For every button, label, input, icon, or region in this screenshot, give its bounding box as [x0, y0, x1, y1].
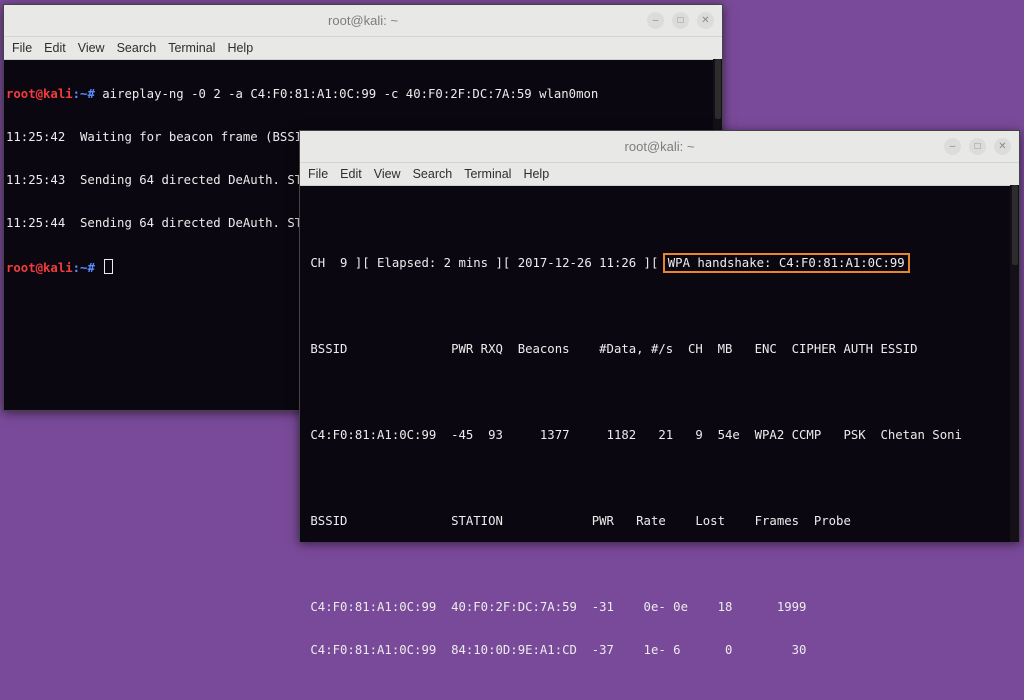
menu-terminal[interactable]: Terminal [458, 163, 517, 185]
menu-file[interactable]: File [6, 37, 38, 59]
close-icon[interactable]: ✕ [994, 138, 1011, 155]
wpa-handshake-highlight: WPA handshake: C4:F0:81:A1:0C:99 [662, 253, 910, 273]
command-text: aireplay-ng -0 2 -a C4:F0:81:A1:0C:99 -c… [102, 87, 599, 101]
station-table-header: BSSID STATION PWR Rate Lost Frames Probe [303, 514, 851, 528]
title-bar[interactable]: root@kali: ~ – □ ✕ [300, 131, 1019, 163]
window-title: root@kali: ~ [328, 13, 398, 28]
scrollbar-thumb[interactable] [715, 59, 721, 119]
maximize-icon[interactable]: □ [969, 138, 986, 155]
menu-search[interactable]: Search [407, 163, 459, 185]
menu-view[interactable]: View [368, 163, 407, 185]
minimize-icon[interactable]: – [647, 12, 664, 29]
scrollbar[interactable] [1010, 185, 1019, 542]
airodump-output[interactable]: CH 9 ][ Elapsed: 2 mins ][ 2017-12-26 11… [300, 185, 1019, 657]
scrollbar-thumb[interactable] [1012, 185, 1018, 265]
station-row: C4:F0:81:A1:0C:99 40:F0:2F:DC:7A:59 -31 … [303, 600, 807, 614]
menu-file[interactable]: File [302, 163, 334, 185]
ap-row: C4:F0:81:A1:0C:99 -45 93 1377 1182 21 9 … [303, 428, 962, 442]
text-cursor [104, 259, 114, 274]
menu-edit[interactable]: Edit [38, 37, 72, 59]
station-row: C4:F0:81:A1:0C:99 84:10:0D:9E:A1:CD -37 … [303, 643, 807, 657]
menu-bar: File Edit View Search Terminal Help [300, 163, 1019, 186]
minimize-icon[interactable]: – [944, 138, 961, 155]
status-line: CH 9 ][ Elapsed: 2 mins ][ 2017-12-26 11… [303, 253, 1016, 273]
menu-terminal[interactable]: Terminal [162, 37, 221, 59]
prompt-user: root@kali [6, 261, 73, 275]
menu-bar: File Edit View Search Terminal Help [4, 37, 722, 60]
prompt-sep: :~# [72, 261, 103, 275]
window-title: root@kali: ~ [624, 139, 695, 154]
terminal-window-front[interactable]: root@kali: ~ – □ ✕ File Edit View Search… [299, 130, 1020, 657]
prompt-sep: :~# [72, 87, 103, 101]
menu-edit[interactable]: Edit [334, 163, 368, 185]
menu-search[interactable]: Search [111, 37, 163, 59]
ap-table-header: BSSID PWR RXQ Beacons #Data, #/s CH MB E… [303, 342, 918, 356]
menu-view[interactable]: View [72, 37, 111, 59]
title-bar[interactable]: root@kali: ~ – □ ✕ [4, 5, 722, 37]
menu-help[interactable]: Help [517, 163, 555, 185]
menu-help[interactable]: Help [221, 37, 259, 59]
command-line: root@kali:~# aireplay-ng -0 2 -a C4:F0:8… [6, 87, 720, 102]
close-icon[interactable]: ✕ [697, 12, 714, 29]
maximize-icon[interactable]: □ [672, 12, 689, 29]
prompt-user: root@kali [6, 87, 73, 101]
status-prefix: CH 9 ][ Elapsed: 2 mins ][ 2017-12-26 11… [303, 256, 666, 270]
